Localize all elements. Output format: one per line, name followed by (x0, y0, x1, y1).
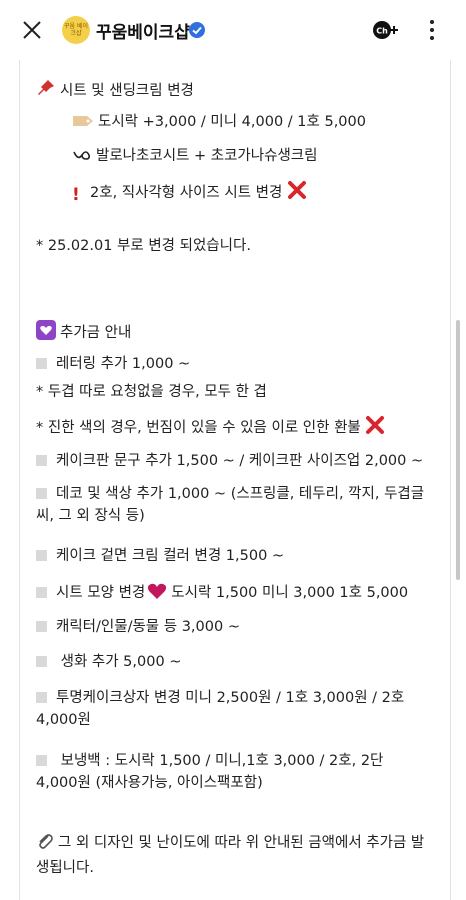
scrollbar[interactable] (456, 320, 460, 580)
deco-item: 데코 및 색상 추가 1,000 ~ (스프링클, 테두리, 깍지, 두겹글씨,… (36, 483, 426, 527)
bullet-square (36, 587, 47, 598)
clear-box-item: 투명케이크상자 변경 미니 2,500원 / 1호 3,000원 / 2호 4,… (36, 687, 426, 731)
avatar[interactable]: 꾸움 베이크샵 (62, 16, 90, 44)
sheet-option-2: 발로나초코시트 + 초코가나슈생크림 (72, 146, 317, 169)
lettering-text: 레터링 추가 1,000 ~ (56, 356, 191, 372)
loop-icon (72, 147, 92, 169)
lettering-item: 레터링 추가 1,000 ~ (36, 354, 190, 374)
cream-color-item: 케이크 겉면 크림 컬러 변경 1,500 ~ (36, 546, 284, 566)
close-icon[interactable] (20, 18, 44, 42)
bullet-square (36, 358, 47, 369)
cakeboard-text: 케이크판 문구 추가 1,500 ~ / 케이크판 사이즈업 2,000 ~ (56, 453, 424, 469)
lettering-note-2-text: * 진한 색의 경우, 번짐이 있을 수 있음 이로 인한 환불 (36, 420, 361, 436)
section-title-text: 추가금 안내 (60, 325, 132, 341)
bullet-square (36, 488, 47, 499)
character-text: 캐릭터/인물/동물 등 3,000 ~ (56, 619, 240, 635)
footer-note: 그 외 디자인 및 난이도에 따라 위 안내된 금액에서 추가금 발생됩니다. (36, 832, 426, 879)
bullet-square (36, 656, 47, 667)
channel-add-icon[interactable]: Ch (372, 20, 402, 40)
bullet-square (36, 550, 47, 561)
heart-icon (147, 582, 167, 606)
flower-item: 생화 추가 5,000 ~ (36, 652, 181, 672)
avatar-text: 꾸움 베이크샵 (64, 23, 88, 37)
cross-mark-icon (365, 415, 385, 441)
sheet-option-3-text: 2호, 직사각형 사이즈 시트 변경 (90, 185, 283, 201)
cooler-bag-text: 보냉백 : 도시락 1,500 / 미니,1호 3,000 / 2호, 2단 4… (36, 753, 384, 791)
channel-title[interactable]: 꾸움베이크샵 (96, 18, 190, 43)
exclamation-icon: ! (72, 185, 80, 205)
bullet-square (36, 692, 47, 703)
section-extra-title: 추가금 안내 (36, 320, 131, 346)
bullet-square (36, 455, 47, 466)
clear-box-text: 투명케이크상자 변경 미니 2,500원 / 1호 3,000원 / 2호 4,… (36, 690, 405, 728)
cakeboard-item: 케이크판 문구 추가 1,500 ~ / 케이크판 사이즈업 2,000 ~ (36, 451, 423, 471)
sheet-option-2-text: 발로나초코시트 + 초코가나슈생크림 (96, 148, 318, 164)
more-options-icon[interactable] (424, 18, 440, 42)
paperclip-icon (36, 832, 54, 857)
verified-badge-icon (189, 22, 205, 38)
bullet-square (36, 755, 47, 766)
section-sheet-title: 시트 및 샌딩크림 변경 (36, 78, 194, 104)
lettering-note-2: * 진한 색의 경우, 번짐이 있을 수 있음 이로 인한 환불 (36, 415, 389, 441)
cooler-bag-item: 보냉백 : 도시락 1,500 / 미니,1호 3,000 / 2호, 2단 4… (36, 750, 426, 794)
lettering-note-1: * 두겹 따로 요청없을 경우, 모두 한 겹 (36, 384, 267, 400)
character-item: 캐릭터/인물/동물 등 3,000 ~ (36, 617, 240, 637)
sheet-shape-label: 시트 모양 변경 (56, 585, 146, 601)
top-bar: 꾸움 베이크샵 꾸움베이크샵 Ch (0, 0, 466, 60)
flower-text: 생화 추가 5,000 ~ (56, 654, 182, 670)
svg-text:Ch: Ch (376, 27, 388, 36)
cream-color-text: 케이크 겉면 크림 컬러 변경 1,500 ~ (56, 548, 285, 564)
sheet-option-3: ! 2호, 직사각형 사이즈 시트 변경 (72, 180, 311, 206)
pushpin-icon (36, 78, 56, 104)
bullet-square (36, 621, 47, 632)
sheet-shape-prices: 도시락 1,500 미니 3,000 1호 5,000 (171, 585, 409, 601)
deco-text: 데코 및 색상 추가 1,000 ~ (스프링클, 테두리, 깍지, 두겹글씨,… (36, 486, 425, 524)
section-title-text: 시트 및 샌딩크림 변경 (60, 83, 194, 99)
footer-note-text: 그 외 디자인 및 난이도에 따라 위 안내된 금액에서 추가금 발생됩니다. (36, 835, 425, 876)
heart-box-icon (36, 320, 56, 346)
post-card: 시트 및 샌딩크림 변경 도시락 +3,000 / 미니 4,000 / 1호 … (19, 60, 451, 900)
change-date-note: * 25.02.01 부로 변경 되었습니다. (36, 238, 251, 254)
price-tag-icon (72, 113, 94, 135)
sheet-option-1-text: 도시락 +3,000 / 미니 4,000 / 1호 5,000 (98, 114, 366, 130)
sheet-shape-item: 시트 모양 변경 도시락 1,500 미니 3,000 1호 5,000 (36, 582, 408, 606)
sheet-option-1: 도시락 +3,000 / 미니 4,000 / 1호 5,000 (72, 112, 366, 135)
cross-mark-icon (287, 180, 307, 206)
